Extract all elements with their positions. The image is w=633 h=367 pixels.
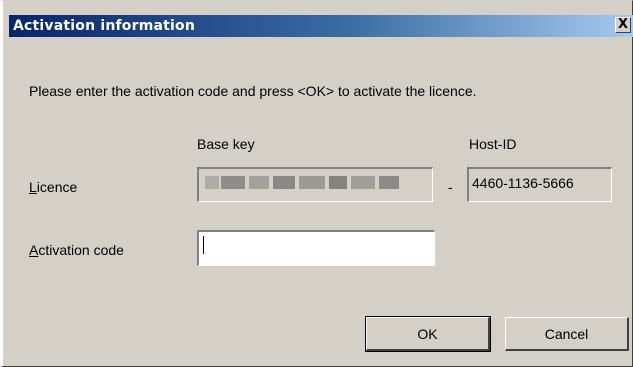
host-id-field: 4460-1136-5666: [467, 167, 612, 202]
base-key-field: [197, 167, 433, 202]
activation-label-rest: ctivation code: [38, 242, 124, 258]
licence-label-mnemonic: L: [29, 179, 37, 195]
obscured-text: [379, 176, 399, 189]
close-icon: X: [617, 17, 629, 32]
obscured-text: [205, 176, 219, 189]
host-id-header: Host-ID: [469, 136, 517, 152]
instructions-text: Please enter the activation code and pre…: [29, 83, 477, 99]
cancel-button-label: Cancel: [544, 326, 589, 342]
dialog-title: Activation information: [13, 18, 196, 34]
close-button[interactable]: X: [615, 17, 631, 33]
text-caret: [203, 236, 204, 254]
obscured-text: [249, 176, 269, 189]
base-key-header: Base key: [197, 136, 255, 152]
obscured-text: [221, 176, 245, 189]
obscured-text: [329, 176, 347, 189]
ok-button[interactable]: OK: [365, 316, 491, 352]
activation-code-input[interactable]: [197, 230, 435, 266]
host-id-value: 4460-1136-5666: [472, 175, 574, 191]
licence-label-rest: icence: [36, 179, 78, 195]
obscured-text: [273, 176, 295, 189]
activation-code-label: Activation code: [29, 242, 124, 258]
cancel-button[interactable]: Cancel: [505, 317, 629, 351]
title-bar[interactable]: Activation information X: [9, 15, 633, 37]
licence-label: Licence: [29, 179, 77, 195]
obscured-text: [351, 176, 375, 189]
licence-separator: -: [448, 179, 453, 195]
obscured-text: [299, 176, 325, 189]
ok-button-label: OK: [417, 326, 438, 342]
activation-dialog: Activation information X Please enter th…: [0, 0, 633, 367]
activation-label-mnemonic: A: [29, 242, 39, 258]
